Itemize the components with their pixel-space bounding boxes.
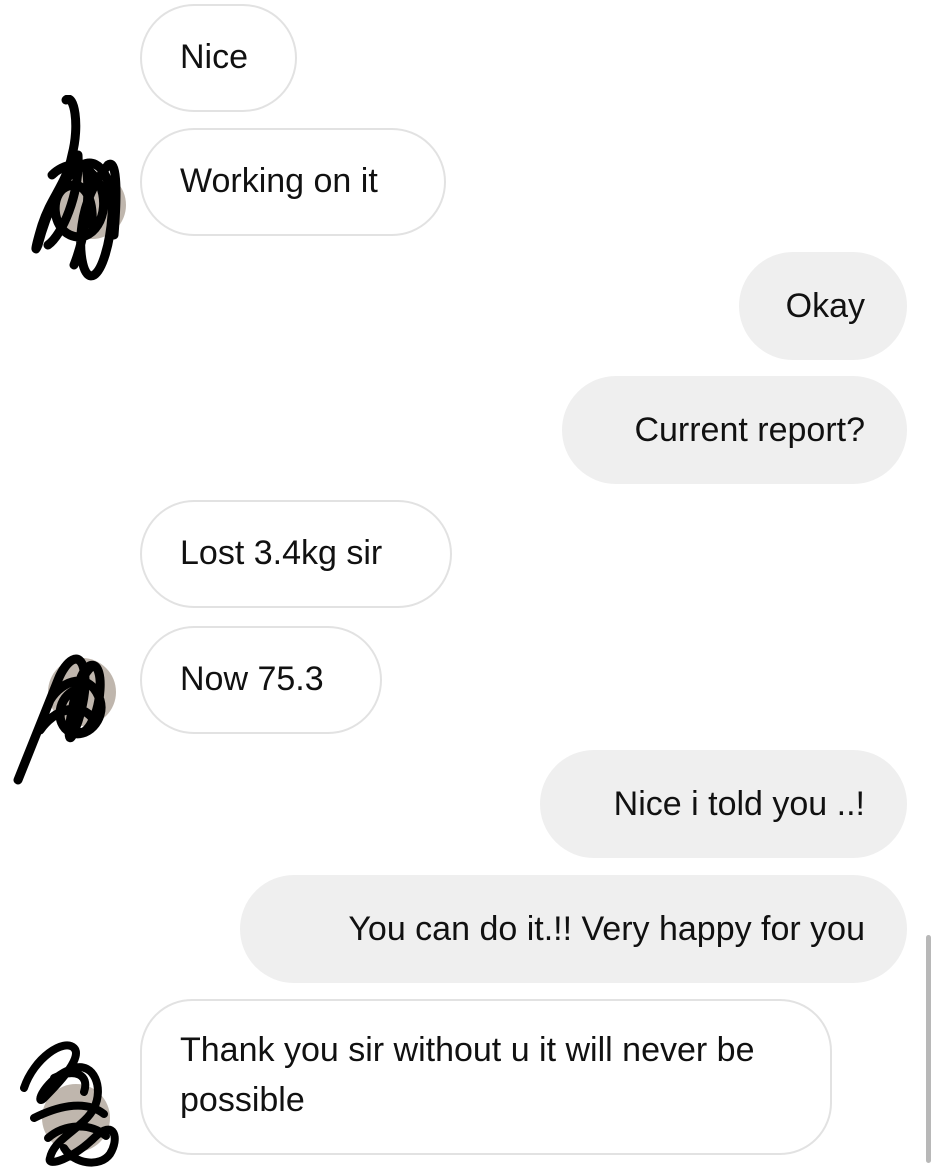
message-text: Thank you sir without u it will never be… [180,1031,755,1119]
redacted-avatar-icon[interactable] [22,95,132,285]
message-text: You can do it.!! Very happy for you [348,910,865,948]
outgoing-message-bubble[interactable]: Okay [739,252,907,360]
redacted-avatar-icon[interactable] [10,640,120,790]
message-thread[interactable]: Nice Working on it Okay Current report? … [0,0,937,1171]
incoming-message-bubble[interactable]: Thank you sir without u it will never be… [140,999,832,1155]
redacted-avatar-icon[interactable] [14,1018,124,1168]
message-text: Now 75.3 [180,660,324,698]
incoming-message-bubble[interactable]: Nice [140,4,297,112]
message-text: Okay [785,287,865,325]
message-text: Nice i told you ..! [613,785,865,823]
incoming-message-bubble[interactable]: Working on it [140,128,446,236]
incoming-message-bubble[interactable]: Lost 3.4kg sir [140,500,452,608]
outgoing-message-bubble[interactable]: Current report? [562,376,907,484]
outgoing-message-bubble[interactable]: You can do it.!! Very happy for you [240,875,907,983]
incoming-message-bubble[interactable]: Now 75.3 [140,626,382,734]
message-text: Current report? [634,411,865,449]
outgoing-message-bubble[interactable]: Nice i told you ..! [540,750,907,858]
message-text: Working on it [180,162,378,200]
message-text: Nice [180,38,249,76]
message-text: Lost 3.4kg sir [180,534,383,572]
scrollbar[interactable] [926,935,931,1163]
